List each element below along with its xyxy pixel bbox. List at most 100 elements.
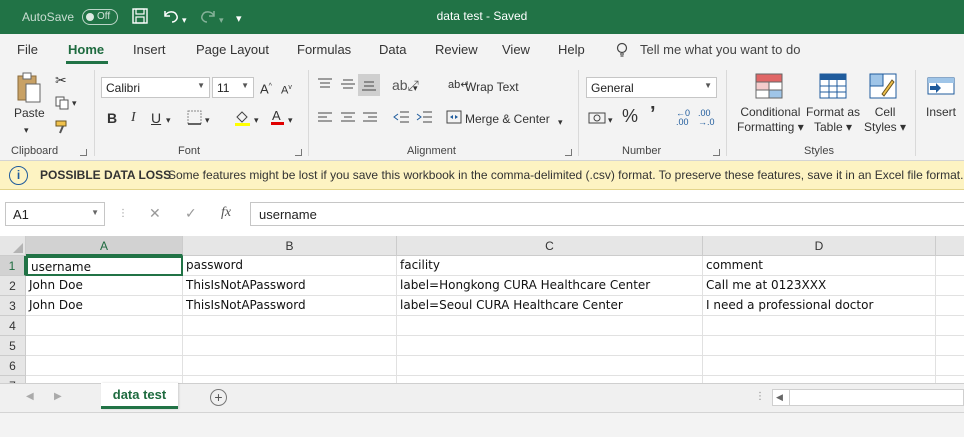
- row-header-1[interactable]: 1: [0, 256, 26, 276]
- row-header-6[interactable]: 6: [0, 356, 26, 376]
- alignment-launcher-icon[interactable]: [565, 149, 572, 156]
- row-header-5[interactable]: 5: [0, 336, 26, 356]
- align-top-icon[interactable]: [317, 77, 333, 94]
- cell-c3[interactable]: label=Seoul CURA Healthcare Center: [397, 296, 703, 316]
- accounting-dropdown-icon[interactable]: ▾: [608, 112, 613, 128]
- cell-b1[interactable]: password: [183, 256, 397, 276]
- conditional-formatting-label[interactable]: Conditional Formatting ▾: [737, 105, 804, 135]
- cell-e1[interactable]: [936, 256, 964, 276]
- previous-sheet-icon[interactable]: ◀: [26, 391, 34, 402]
- format-as-table-icon[interactable]: [818, 72, 848, 103]
- font-color-icon[interactable]: A: [270, 108, 285, 129]
- increase-decimal-icon[interactable]: ←0.00: [676, 109, 690, 127]
- add-sheet-icon[interactable]: +: [210, 389, 227, 406]
- clipboard-launcher-icon[interactable]: [80, 149, 87, 156]
- cell-e3[interactable]: [936, 296, 964, 316]
- cell-a7[interactable]: [26, 376, 183, 383]
- insert-cells-icon[interactable]: [926, 72, 956, 103]
- align-bottom-icon[interactable]: [358, 74, 380, 96]
- underline-icon[interactable]: U: [151, 110, 161, 126]
- enter-icon[interactable]: ✓: [185, 205, 197, 222]
- row-header-7[interactable]: 7: [0, 376, 26, 383]
- cell-e4[interactable]: [936, 316, 964, 336]
- tab-file[interactable]: File: [17, 42, 38, 57]
- tab-home[interactable]: Home: [68, 42, 104, 57]
- increase-indent-icon[interactable]: [416, 110, 433, 127]
- tab-view[interactable]: View: [502, 42, 530, 57]
- tab-page-layout[interactable]: Page Layout: [196, 42, 269, 57]
- align-center-icon[interactable]: [340, 111, 356, 127]
- cell-b6[interactable]: [183, 356, 397, 376]
- scrollbar-thumb[interactable]: [789, 390, 939, 405]
- cell-a5[interactable]: [26, 336, 183, 356]
- paste-icon[interactable]: [14, 72, 44, 107]
- cell-b7[interactable]: [183, 376, 397, 383]
- font-size-select[interactable]: 11 ▼: [212, 77, 254, 98]
- tab-insert[interactable]: Insert: [133, 42, 166, 57]
- insert-cells-label[interactable]: Insert: [926, 105, 956, 120]
- insert-function-icon[interactable]: fx: [221, 205, 231, 221]
- orientation-dropdown-icon[interactable]: ▾: [413, 80, 418, 96]
- borders-dropdown-icon[interactable]: ▾: [205, 112, 210, 128]
- cell-a1[interactable]: username: [26, 256, 183, 276]
- name-box[interactable]: A1 ▼: [5, 202, 105, 226]
- select-all-button[interactable]: [0, 236, 26, 256]
- cell-d1[interactable]: comment: [703, 256, 936, 276]
- cell-a4[interactable]: [26, 316, 183, 336]
- cell-a6[interactable]: [26, 356, 183, 376]
- comma-style-icon[interactable]: ’: [650, 104, 656, 124]
- percent-icon[interactable]: %: [622, 107, 638, 125]
- align-right-icon[interactable]: [362, 111, 378, 127]
- tell-me-search[interactable]: Tell me what you want to do: [640, 42, 800, 57]
- horizontal-scrollbar[interactable]: ◀: [772, 389, 964, 406]
- cell-c7[interactable]: [397, 376, 703, 383]
- cut-icon[interactable]: ✂: [55, 72, 67, 88]
- tab-review[interactable]: Review: [435, 42, 478, 57]
- fill-color-dropdown-icon[interactable]: ▾: [254, 112, 259, 128]
- paste-label[interactable]: Paste: [14, 106, 45, 121]
- conditional-formatting-icon[interactable]: [754, 72, 784, 103]
- cell-e6[interactable]: [936, 356, 964, 376]
- cell-d4[interactable]: [703, 316, 936, 336]
- tab-formulas[interactable]: Formulas: [297, 42, 351, 57]
- column-header-c[interactable]: C: [397, 236, 703, 256]
- sheet-tab-data-test[interactable]: data test: [101, 383, 178, 409]
- accounting-format-icon[interactable]: [588, 111, 606, 128]
- increase-font-size-icon[interactable]: A^: [260, 79, 272, 97]
- cell-b2[interactable]: ThisIsNotAPassword: [183, 276, 397, 296]
- cell-d5[interactable]: [703, 336, 936, 356]
- cell-d6[interactable]: [703, 356, 936, 376]
- column-header-a[interactable]: A: [26, 236, 183, 256]
- row-header-4[interactable]: 4: [0, 316, 26, 336]
- cell-d3[interactable]: I need a professional doctor: [703, 296, 936, 316]
- row-header-3[interactable]: 3: [0, 296, 26, 316]
- more-options-icon[interactable]: ⋮: [118, 208, 128, 219]
- column-header-e[interactable]: [936, 236, 964, 256]
- cell-e2[interactable]: [936, 276, 964, 296]
- font-color-dropdown-icon[interactable]: ▾: [288, 112, 293, 128]
- cell-c4[interactable]: [397, 316, 703, 336]
- borders-icon[interactable]: [187, 110, 202, 128]
- cell-e5[interactable]: [936, 336, 964, 356]
- merge-dropdown-icon[interactable]: ▾: [558, 114, 563, 130]
- underline-dropdown-icon[interactable]: ▾: [166, 112, 171, 128]
- cell-b4[interactable]: [183, 316, 397, 336]
- merge-center-icon[interactable]: [446, 110, 462, 127]
- tab-help[interactable]: Help: [558, 42, 585, 57]
- cell-d2[interactable]: Call me at 0123XXX: [703, 276, 936, 296]
- format-painter-icon[interactable]: [55, 120, 71, 137]
- cell-b3[interactable]: ThisIsNotAPassword: [183, 296, 397, 316]
- row-header-2[interactable]: 2: [0, 276, 26, 296]
- cancel-icon[interactable]: ✕: [149, 205, 161, 222]
- cell-c2[interactable]: label=Hongkong CURA Healthcare Center: [397, 276, 703, 296]
- scroll-left-icon[interactable]: ◀: [776, 392, 783, 403]
- cell-styles-label[interactable]: Cell Styles ▾: [864, 105, 906, 135]
- tab-split-handle-icon[interactable]: ⋮: [755, 391, 765, 402]
- decrease-font-size-icon[interactable]: Av: [281, 80, 292, 99]
- italic-icon[interactable]: I: [131, 110, 136, 126]
- cell-a3[interactable]: John Doe: [26, 296, 183, 316]
- cell-b5[interactable]: [183, 336, 397, 356]
- merge-center-label[interactable]: Merge & Center: [465, 112, 550, 127]
- font-name-select[interactable]: Calibri ▼: [101, 77, 210, 98]
- cell-c6[interactable]: [397, 356, 703, 376]
